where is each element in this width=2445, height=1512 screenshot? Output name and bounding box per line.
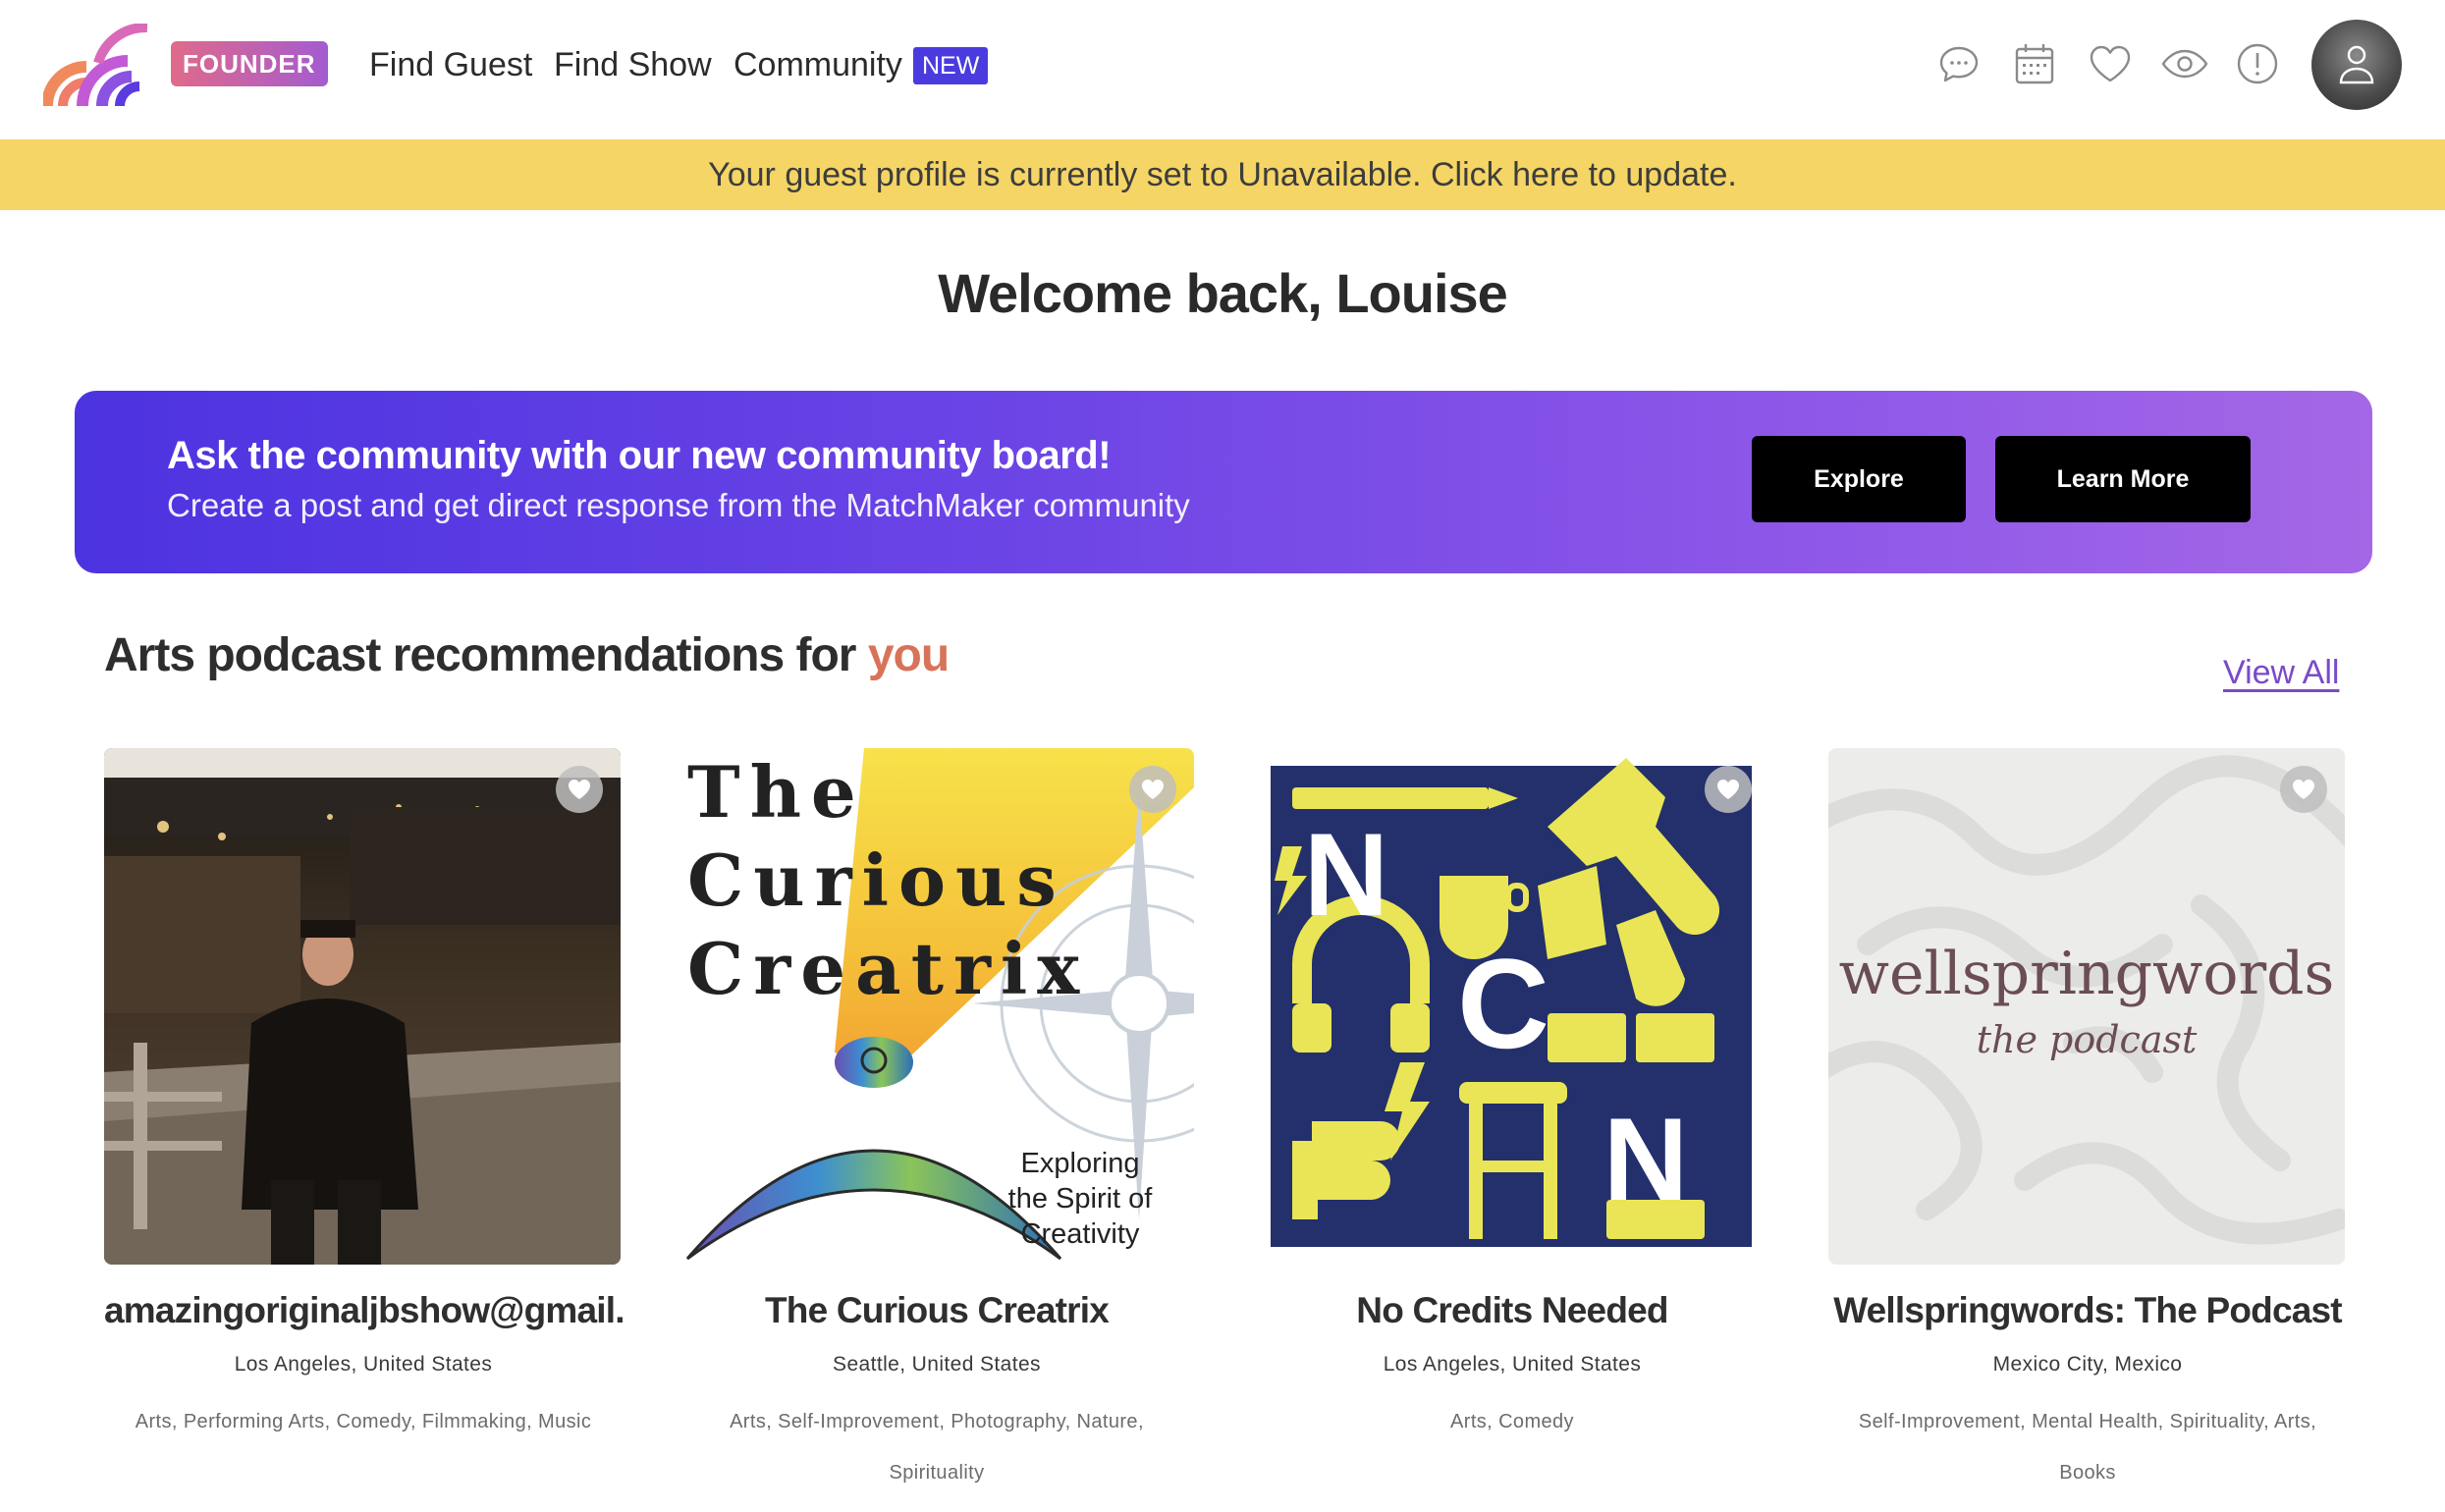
cover-letter: N: [1304, 809, 1389, 941]
podcast-cover[interactable]: N C N: [1253, 748, 1769, 1265]
learn-more-button[interactable]: Learn More: [1995, 436, 2251, 522]
podcast-cover[interactable]: [104, 748, 621, 1265]
cover-letter: C: [1457, 932, 1549, 1075]
heart-icon[interactable]: [2086, 39, 2135, 88]
heart-icon: [569, 780, 590, 799]
podcast-location: Seattle, United States: [833, 1353, 1041, 1376]
cover-tagline-line: the Spirit of: [1008, 1183, 1154, 1215]
cover-tagline-line: Creativity: [1021, 1218, 1140, 1250]
cover-letter: N: [1603, 1094, 1689, 1225]
podcast-name[interactable]: Wellspringwords: The Podcast: [1828, 1290, 2347, 1331]
podcast-card[interactable]: wellspringwords the podcast Wellspringwo…: [1828, 748, 2347, 1498]
view-all-link[interactable]: View All: [2223, 654, 2339, 692]
cover-subtitle: the podcast: [1977, 1018, 2198, 1061]
podcast-cover[interactable]: wellspringwords the podcast: [1828, 748, 2345, 1265]
podcast-tags: Arts, Performing Arts, Comedy, Filmmakin…: [135, 1411, 592, 1432]
podcast-tags: Arts, Comedy: [1450, 1411, 1574, 1432]
heart-icon: [1717, 780, 1739, 799]
user-icon: [2339, 45, 2374, 84]
alert-icon[interactable]: [2233, 39, 2282, 88]
cover-art-curious-creatrix: The Curious Creatrix Exploring the Spiri…: [678, 748, 1194, 1265]
favorite-button[interactable]: [1129, 766, 1176, 813]
heart-icon: [2293, 780, 2314, 799]
podcast-location: Los Angeles, United States: [234, 1353, 493, 1376]
podcast-tags: Arts, Self-Improvement, Photography, Nat…: [730, 1411, 1144, 1484]
eye-icon[interactable]: [2160, 39, 2209, 88]
cover-art-no-credits-needed: N C N: [1253, 748, 1769, 1265]
favorite-button[interactable]: [2280, 766, 2327, 813]
cover-title: wellspringwords: [1839, 940, 2335, 1008]
calendar-icon[interactable]: [2010, 39, 2059, 88]
community-promo-banner: Ask the community with our new community…: [75, 391, 2372, 573]
section-title: Arts podcast recommendations for you: [104, 628, 950, 682]
chat-icon[interactable]: [1934, 39, 1983, 88]
section-title-accent: you: [867, 629, 950, 681]
nav-find-guest[interactable]: Find Guest: [369, 43, 532, 86]
cover-photo-night-street: [104, 748, 621, 1265]
cover-title-line: The: [687, 750, 866, 834]
explore-button[interactable]: Explore: [1752, 436, 1966, 522]
founder-badge: FOUNDER: [171, 41, 328, 86]
promo-title: Ask the community with our new community…: [167, 434, 1112, 477]
podcast-card[interactable]: N C N No Credits Needed Los Angeles, Uni…: [1253, 748, 1771, 1447]
welcome-heading: Welcome back, Louise: [938, 262, 1508, 324]
availability-banner[interactable]: Your guest profile is currently set to U…: [0, 139, 2445, 210]
podcast-card[interactable]: amazingoriginaljbshow@gmail.c... Los Ang…: [104, 748, 623, 1447]
podcast-location: Los Angeles, United States: [1383, 1353, 1642, 1376]
podcast-card[interactable]: The Curious Creatrix Exploring the Spiri…: [678, 748, 1196, 1498]
top-nav: FOUNDER Find Guest Find Show Community N…: [0, 0, 2445, 139]
cover-title-line: Creatrix: [687, 927, 1089, 1010]
podcast-cover[interactable]: The Curious Creatrix Exploring the Spiri…: [678, 748, 1194, 1265]
podcast-name[interactable]: No Credits Needed: [1253, 1290, 1771, 1331]
podcast-name[interactable]: amazingoriginaljbshow@gmail.c...: [104, 1290, 623, 1331]
promo-subtitle: Create a post and get direct response fr…: [167, 487, 1190, 523]
favorite-button[interactable]: [1705, 766, 1752, 813]
heart-icon: [1142, 780, 1164, 799]
new-badge: NEW: [913, 47, 989, 84]
matchmaker-logo[interactable]: [41, 22, 153, 107]
nav-community[interactable]: Community: [734, 43, 902, 86]
cover-title-line: Curious: [687, 838, 1066, 922]
podcast-location: Mexico City, Mexico: [1992, 1353, 2183, 1376]
nav-find-show[interactable]: Find Show: [554, 43, 712, 86]
cover-art-wellspringwords: wellspringwords the podcast: [1828, 748, 2345, 1265]
podcast-tags: Self-Improvement, Mental Health, Spiritu…: [1858, 1411, 2317, 1484]
podcast-name[interactable]: The Curious Creatrix: [678, 1290, 1196, 1331]
cover-tagline-line: Exploring: [1021, 1148, 1140, 1179]
section-title-prefix: Arts podcast recommendations for: [104, 629, 868, 681]
favorite-button[interactable]: [556, 766, 603, 813]
user-avatar[interactable]: [2311, 20, 2402, 110]
